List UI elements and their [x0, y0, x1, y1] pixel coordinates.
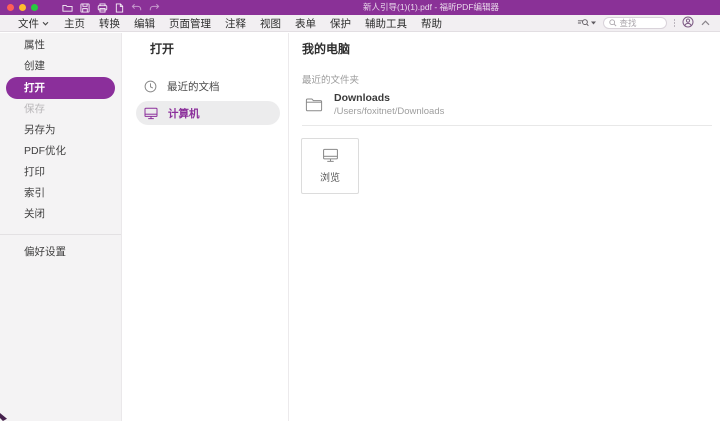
sidebar-item-properties[interactable]: 属性 — [0, 35, 121, 56]
menu-tab-home[interactable]: 主页 — [57, 16, 92, 31]
sidebar-item-pdf-optimize[interactable]: PDF优化 — [0, 141, 121, 162]
menubar-right-controls: 查找 — [577, 16, 715, 31]
undo-icon[interactable] — [131, 3, 142, 12]
search-placeholder: 查找 — [620, 17, 637, 29]
menu-tab-accessibility[interactable]: 辅助工具 — [358, 16, 414, 31]
recent-folders-label: 最近的文件夹 — [302, 72, 712, 86]
quick-access-toolbar — [62, 3, 160, 13]
sidebar-item-close[interactable]: 关闭 — [0, 204, 121, 225]
clock-icon — [144, 80, 157, 93]
traffic-lights — [7, 4, 38, 11]
menu-file-label: 文件 — [18, 16, 39, 31]
window-title: 新人引导(1)(1).pdf - 福昕PDF编辑器 — [363, 0, 499, 15]
menu-tab-comment[interactable]: 注释 — [218, 16, 253, 31]
my-computer-title: 我的电脑 — [302, 40, 712, 57]
titlebar: 新人引导(1)(1).pdf - 福昕PDF编辑器 — [0, 0, 720, 15]
menu-tab-help[interactable]: 帮助 — [414, 16, 449, 31]
list-item-recent-documents[interactable]: 最近的文档 — [136, 74, 280, 98]
recent-folder-downloads[interactable]: Downloads /Users/foxitnet/Downloads — [302, 92, 712, 117]
close-window-button[interactable] — [7, 4, 14, 11]
search-input[interactable]: 查找 — [603, 17, 667, 29]
menu-tab-edit[interactable]: 编辑 — [127, 16, 162, 31]
sidebar-item-save-as[interactable]: 另存为 — [0, 120, 121, 141]
new-document-icon[interactable] — [115, 3, 124, 13]
file-sidebar: 属性 创建 打开 保存 另存为 PDF优化 打印 索引 关闭 偏好设置 — [0, 33, 122, 421]
print-icon[interactable] — [97, 3, 108, 13]
sidebar-item-index[interactable]: 索引 — [0, 183, 121, 204]
open-folder-icon[interactable] — [62, 3, 73, 13]
open-location-list: 最近的文档 计算机 — [122, 74, 288, 125]
menu-tab-protect[interactable]: 保护 — [323, 16, 358, 31]
computer-icon — [144, 107, 158, 120]
account-icon[interactable] — [682, 16, 694, 31]
open-panel-title: 打开 — [150, 40, 288, 57]
sidebar-item-preferences[interactable]: 偏好设置 — [0, 242, 121, 263]
menu-tab-page-management[interactable]: 页面管理 — [162, 16, 218, 31]
sidebar-item-open[interactable]: 打开 — [6, 77, 115, 99]
sidebar-item-create[interactable]: 创建 — [0, 56, 121, 77]
computer-icon — [322, 148, 339, 163]
minimize-window-button[interactable] — [19, 4, 26, 11]
list-item-computer[interactable]: 计算机 — [136, 101, 280, 125]
menu-tab-form[interactable]: 表单 — [288, 16, 323, 31]
zoom-window-button[interactable] — [31, 4, 38, 11]
browse-label: 浏览 — [320, 169, 340, 184]
search-tool-icon — [577, 18, 589, 28]
folder-path: /Users/foxitnet/Downloads — [334, 106, 444, 117]
collapse-chevron-icon[interactable] — [701, 17, 710, 29]
menu-tab-view[interactable]: 视图 — [253, 16, 288, 31]
folder-icon — [305, 97, 323, 112]
sidebar-item-save: 保存 — [0, 99, 121, 120]
chevron-down-icon — [42, 17, 49, 29]
menubar: 文件 主页 转换 编辑 页面管理 注释 视图 表单 保护 辅助工具 帮助 查找 — [0, 15, 720, 32]
sidebar-item-print[interactable]: 打印 — [0, 162, 121, 183]
redo-icon[interactable] — [149, 3, 160, 12]
backstage-view: 属性 创建 打开 保存 另存为 PDF优化 打印 索引 关闭 偏好设置 打开 最… — [0, 33, 720, 421]
list-item-label: 计算机 — [168, 106, 200, 121]
list-item-label: 最近的文档 — [167, 79, 220, 94]
caret-down-icon — [591, 21, 596, 25]
menu-tab-convert[interactable]: 转换 — [92, 16, 127, 31]
my-computer-panel: 我的电脑 最近的文件夹 Downloads /Users/foxitnet/Do… — [289, 33, 720, 421]
search-tool-dropdown[interactable] — [577, 18, 596, 28]
browse-button[interactable]: 浏览 — [301, 138, 359, 194]
magnifier-icon — [609, 19, 617, 27]
app-window: 新人引导(1)(1).pdf - 福昕PDF编辑器 文件 主页 转换 编辑 页面… — [0, 0, 720, 421]
save-icon[interactable] — [80, 3, 90, 13]
more-dots-icon[interactable] — [674, 19, 676, 27]
folder-name: Downloads — [334, 92, 444, 104]
folder-row-divider — [302, 125, 712, 126]
menu-file[interactable]: 文件 — [6, 16, 57, 31]
open-panel: 打开 最近的文档 计算机 — [122, 33, 289, 421]
sidebar-divider — [0, 234, 121, 235]
